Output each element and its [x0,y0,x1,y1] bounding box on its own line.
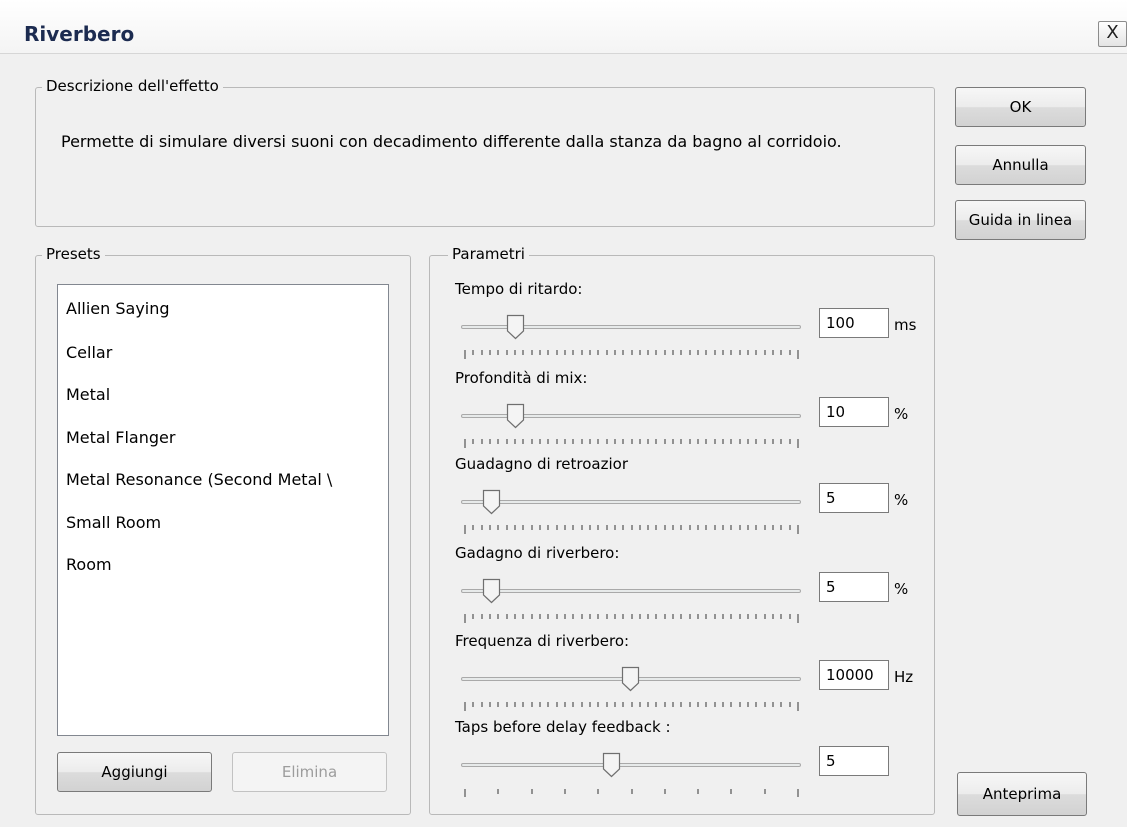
preview-button[interactable]: Anteprima [957,772,1087,816]
slider-thumb[interactable] [506,403,525,429]
slider-ticks [464,608,800,623]
param-label: Profondità di mix: [455,369,588,387]
description-legend: Descrizione dell'effetto [42,77,223,95]
param-value-field[interactable]: 10 [819,397,889,427]
cancel-button[interactable]: Annulla [955,145,1086,185]
param-label: Tempo di ritardo: [455,280,583,298]
param-unit: ms [894,316,917,334]
title-bar [0,0,1127,54]
parameters-legend: Parametri [448,245,529,263]
slider-thumb[interactable] [602,752,621,778]
delete-preset-button: Elimina [232,752,387,792]
param-label: Taps before delay feedback : [455,718,671,736]
close-icon: X [1106,22,1119,43]
list-item[interactable]: Metal Flanger [66,428,388,447]
param-label: Guadagno di retroazior [455,455,629,473]
close-button[interactable]: X [1098,21,1127,47]
list-item[interactable]: Room [66,555,388,574]
list-item[interactable]: Metal Resonance (Second Metal \ [66,470,388,489]
param-unit: % [894,491,909,509]
slider-ticks [464,344,800,359]
add-preset-button[interactable]: Aggiungi [57,752,212,792]
list-item[interactable]: Cellar [66,343,388,362]
slider-thumb[interactable] [621,666,640,692]
presets-legend: Presets [42,245,105,263]
param-unit: % [894,580,909,598]
slider-thumb[interactable] [482,578,501,604]
slider-ticks [464,696,800,711]
slider-track[interactable] [461,763,801,767]
slider-thumb[interactable] [482,489,501,515]
list-item[interactable]: Metal [66,385,388,404]
param-value-field[interactable]: 5 [819,746,889,776]
param-value-field[interactable]: 5 [819,572,889,602]
list-item[interactable]: Small Room [66,513,388,532]
help-button[interactable]: Guida in linea [955,200,1086,240]
description-group [35,87,935,227]
slider-ticks [464,433,800,448]
list-item[interactable]: Allien Saying [66,299,388,318]
slider-thumb[interactable] [506,314,525,340]
param-unit: % [894,405,909,423]
window-title: Riverbero [24,22,135,46]
presets-list[interactable]: Allien Saying Cellar Metal Metal Flanger… [57,284,389,736]
param-label: Gadagno di riverbero: [455,544,620,562]
param-value-field[interactable]: 100 [819,308,889,338]
slider-track[interactable] [461,589,801,593]
param-label: Frequenza di riverbero: [455,632,630,650]
slider-ticks [464,519,800,534]
slider-ticks [464,782,800,798]
param-unit: Hz [894,668,914,686]
param-value-field[interactable]: 5 [819,483,889,513]
slider-track[interactable] [461,500,801,504]
ok-button[interactable]: OK [955,87,1086,127]
param-value-field[interactable]: 10000 [819,660,889,690]
description-text: Permette di simulare diversi suoni con d… [61,132,842,151]
